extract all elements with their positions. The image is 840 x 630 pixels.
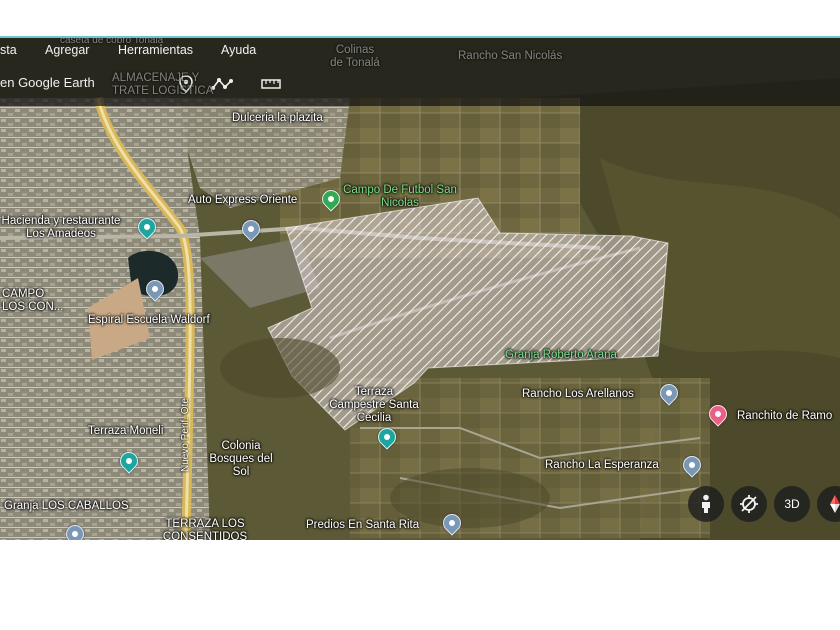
label-terraza-moneli: Terraza Moneli	[88, 425, 164, 437]
label-campo-los-con: CAMPO LOS CON...	[2, 288, 64, 313]
compass-icon	[830, 495, 840, 513]
label-ranchito-ramo: Ranchito de Ramo	[737, 410, 833, 422]
label-colonia-bosques: Colonia Bosques del Sol	[209, 440, 273, 478]
label-colinas-tonala: Colinas de Tonalá	[330, 44, 380, 69]
label-espiral: Espiral Escuela Waldorf	[88, 314, 210, 326]
top-margin	[0, 0, 840, 36]
label-rancho-arellanos: Rancho Los Arellanos	[522, 388, 634, 400]
menu-item-vista[interactable]: sta	[0, 43, 17, 57]
label-rancho-esperanza: Rancho La Esperanza	[545, 459, 659, 471]
label-rancho-san-nicolas: Rancho San Nicolás	[458, 50, 563, 62]
label-hacienda: Hacienda y restaurante Los Amadeos	[1, 215, 121, 240]
satellite-map[interactable]: sta Agregar Herramientas Ayuda en Google…	[0, 38, 840, 540]
3d-toggle-button[interactable]: 3D	[774, 486, 810, 522]
label-almacenaje: ALMACENAJE Y TRATE LOGISTICA	[112, 72, 214, 97]
label-granja-roberto: Granja Roberto Arana	[505, 349, 617, 361]
label-predios-santa-rita: Predios En Santa Rita	[306, 519, 420, 531]
label-terraza-consentidos: TERRAZA LOS CONSENTIDOS	[162, 518, 248, 540]
menu-item-ayuda[interactable]: Ayuda	[221, 43, 256, 57]
ruler-icon[interactable]	[259, 72, 283, 96]
orientation-icon	[740, 495, 758, 513]
label-campo-futbol: Campo De Futbol San Nicolas	[343, 184, 457, 209]
label-granja-caballos: Granja LOS CABALLOS	[4, 500, 129, 512]
label-road-periferico: Nuevo Perif. Ote	[180, 398, 191, 472]
bottom-margin	[0, 540, 840, 630]
label-caseta-cobro: caseta de cobro Tonalá	[60, 38, 164, 46]
orientation-reset-button[interactable]	[731, 486, 767, 522]
label-auto-express: Auto Express Oriente	[188, 194, 298, 206]
label-terraza-santa-cecilia: Terraza Campestre Santa Cecilia	[329, 386, 419, 424]
toolbar-title: en Google Earth	[0, 75, 95, 90]
street-view-icon	[702, 494, 710, 513]
3d-label: 3D	[784, 497, 800, 511]
street-view-button[interactable]	[688, 486, 724, 522]
label-dulceria: Dulceria la plazita	[232, 112, 323, 124]
